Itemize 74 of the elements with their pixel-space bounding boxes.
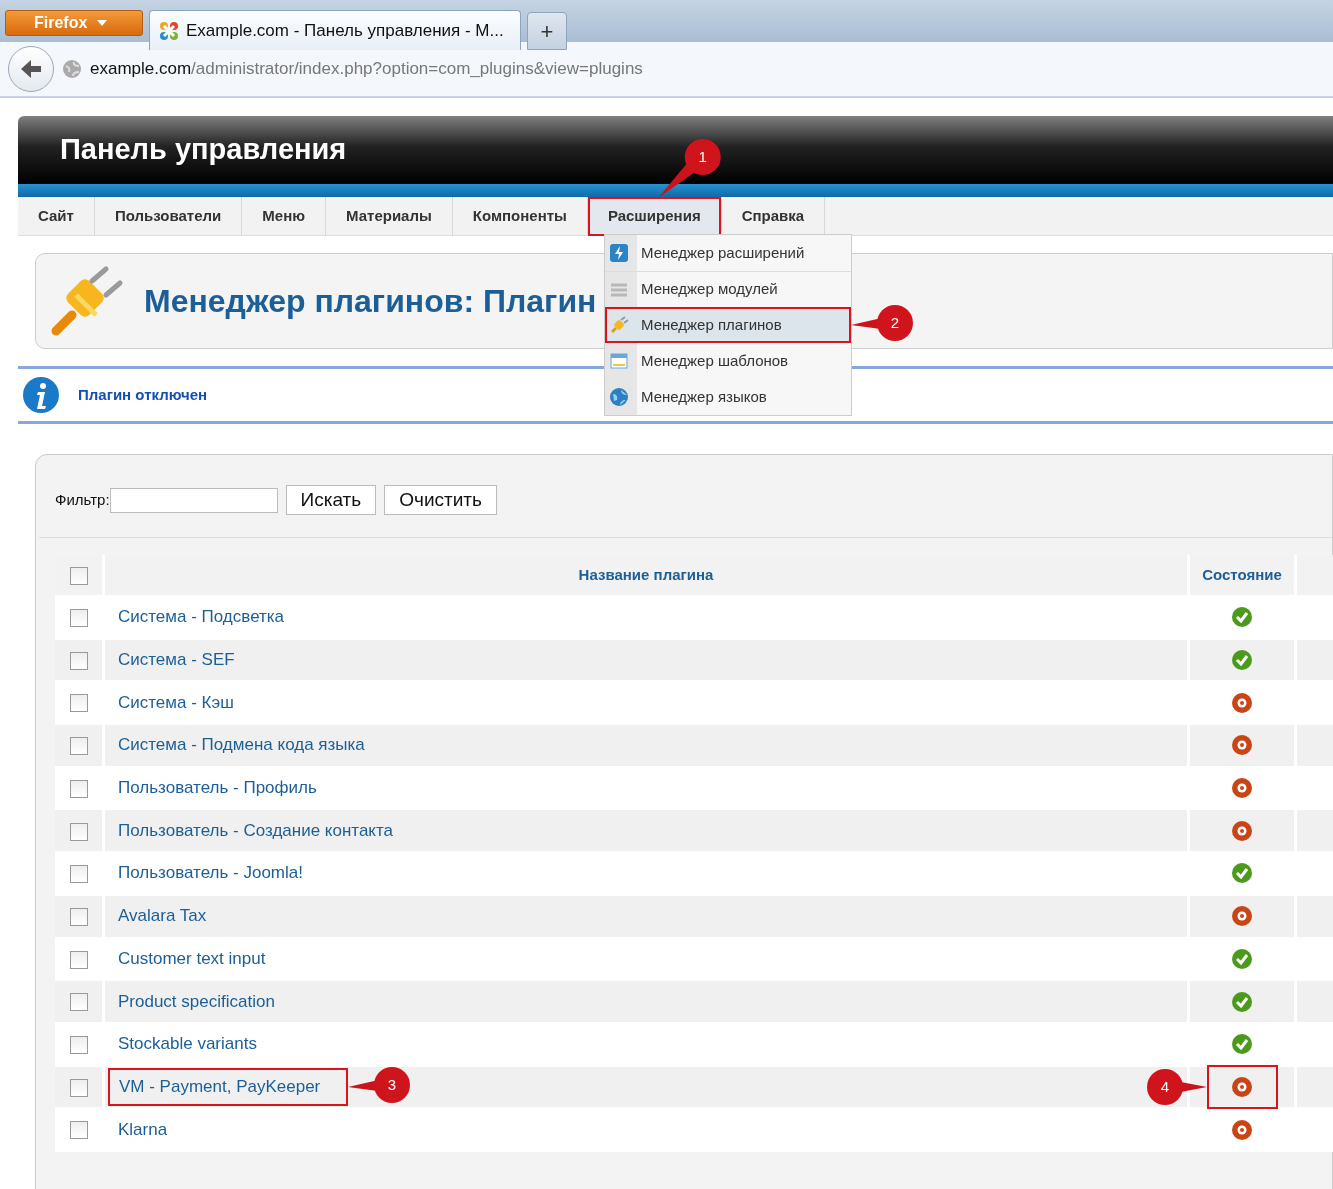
- menu-tab[interactable]: Меню: [242, 197, 327, 236]
- globe-icon: [609, 387, 629, 407]
- check-icon[interactable]: [1231, 649, 1253, 672]
- row-checkbox[interactable]: [69, 779, 88, 798]
- url-host: example.com: [90, 58, 192, 81]
- column-header: Состояние: [1190, 555, 1297, 597]
- header-title: Панель управления: [60, 132, 347, 168]
- row-checkbox[interactable]: [69, 865, 88, 884]
- circle-icon[interactable]: [1231, 1075, 1253, 1098]
- back-arrow-icon: [19, 58, 43, 80]
- row-checkbox[interactable]: [69, 822, 88, 841]
- plug-icon: [609, 315, 629, 335]
- circle-icon[interactable]: [1231, 777, 1253, 800]
- circle-icon[interactable]: [1231, 691, 1253, 714]
- row-checkbox[interactable]: [69, 950, 88, 969]
- window-icon: [609, 351, 629, 371]
- menu-tab[interactable]: Пользователи: [94, 197, 243, 236]
- page-title: Менеджер плагинов: Плагин: [144, 282, 597, 321]
- check-icon[interactable]: [1231, 1033, 1253, 1056]
- check-icon[interactable]: [1231, 990, 1253, 1013]
- select-all-checkbox[interactable]: [69, 566, 88, 585]
- column-header: Название плагина: [105, 555, 1190, 597]
- plugin-link[interactable]: Пользователь - Профиль: [108, 770, 327, 807]
- menu-tab[interactable]: Компоненты: [452, 197, 588, 236]
- browser-tab[interactable]: Example.com - Панель управления - M...: [149, 10, 521, 50]
- plugin-link[interactable]: VM - Payment, PayKeeper: [108, 1067, 349, 1106]
- row-checkbox[interactable]: [69, 737, 88, 756]
- circle-icon[interactable]: [1231, 1118, 1253, 1141]
- plugin-link[interactable]: Пользователь - Создание контакта: [108, 812, 404, 849]
- search-button[interactable]: Искать: [285, 485, 377, 515]
- dropdown-item[interactable]: Менеджер расширений: [605, 235, 851, 271]
- circle-icon[interactable]: [1231, 905, 1253, 928]
- globe-icon: [62, 59, 82, 79]
- menu-tab[interactable]: Сайт: [18, 197, 95, 236]
- circle-icon[interactable]: [1231, 734, 1253, 757]
- plugin-link[interactable]: Пользователь - Joomla!: [108, 855, 313, 892]
- info-icon: [22, 376, 60, 414]
- menu-tab[interactable]: Расширения: [587, 197, 722, 236]
- row-checkbox[interactable]: [69, 1036, 88, 1054]
- menu-tab[interactable]: Материалы: [326, 197, 453, 236]
- plugin-link[interactable]: Система - SEF: [108, 642, 245, 679]
- message-text: Плагин отключен: [78, 384, 208, 405]
- dropdown-item[interactable]: Менеджер шаблонов: [605, 343, 851, 379]
- circle-icon[interactable]: [1231, 819, 1253, 842]
- filter-label: Фильтр:: [55, 489, 110, 510]
- plugin-link[interactable]: Klarna: [108, 1111, 178, 1148]
- row-checkbox[interactable]: [69, 694, 88, 713]
- lightning-icon: [609, 243, 629, 263]
- row-checkbox[interactable]: [69, 993, 88, 1012]
- favicon-icon: [158, 19, 180, 42]
- dropdown-item[interactable]: Менеджер плагинов: [605, 307, 851, 343]
- row-checkbox[interactable]: [69, 1121, 88, 1140]
- check-icon[interactable]: [1231, 606, 1253, 629]
- filter-field[interactable]: [109, 487, 278, 513]
- plugin-link[interactable]: Avalara Tax: [108, 898, 217, 935]
- row-checkbox[interactable]: [69, 651, 88, 670]
- row-checkbox[interactable]: [69, 907, 88, 926]
- plugin-link[interactable]: Customer text input: [108, 940, 276, 977]
- row-checkbox[interactable]: [69, 609, 88, 628]
- back-button[interactable]: [8, 46, 54, 92]
- url-path: /administrator/index.php?option=com_plugins&view=plugins: [191, 58, 643, 81]
- plugin-link[interactable]: Stockable variants: [108, 1026, 267, 1063]
- clear-button[interactable]: Очистить: [384, 485, 497, 515]
- row-checkbox[interactable]: [69, 1078, 88, 1097]
- tab-title: Example.com - Панель управления - M...: [186, 19, 504, 42]
- dropdown-item[interactable]: Менеджер языков: [605, 379, 851, 415]
- plugin-link[interactable]: Система - Подсветка: [108, 599, 295, 636]
- plugin-link[interactable]: Система - Кэш: [108, 684, 244, 721]
- caret-icon: [97, 20, 108, 26]
- check-icon[interactable]: [1231, 947, 1253, 970]
- new-tab-button[interactable]: +: [527, 12, 567, 50]
- plugin-link[interactable]: Система - Подмена кода языка: [108, 727, 375, 764]
- plugin-link[interactable]: Product specification: [108, 983, 285, 1020]
- check-icon[interactable]: [1231, 862, 1253, 885]
